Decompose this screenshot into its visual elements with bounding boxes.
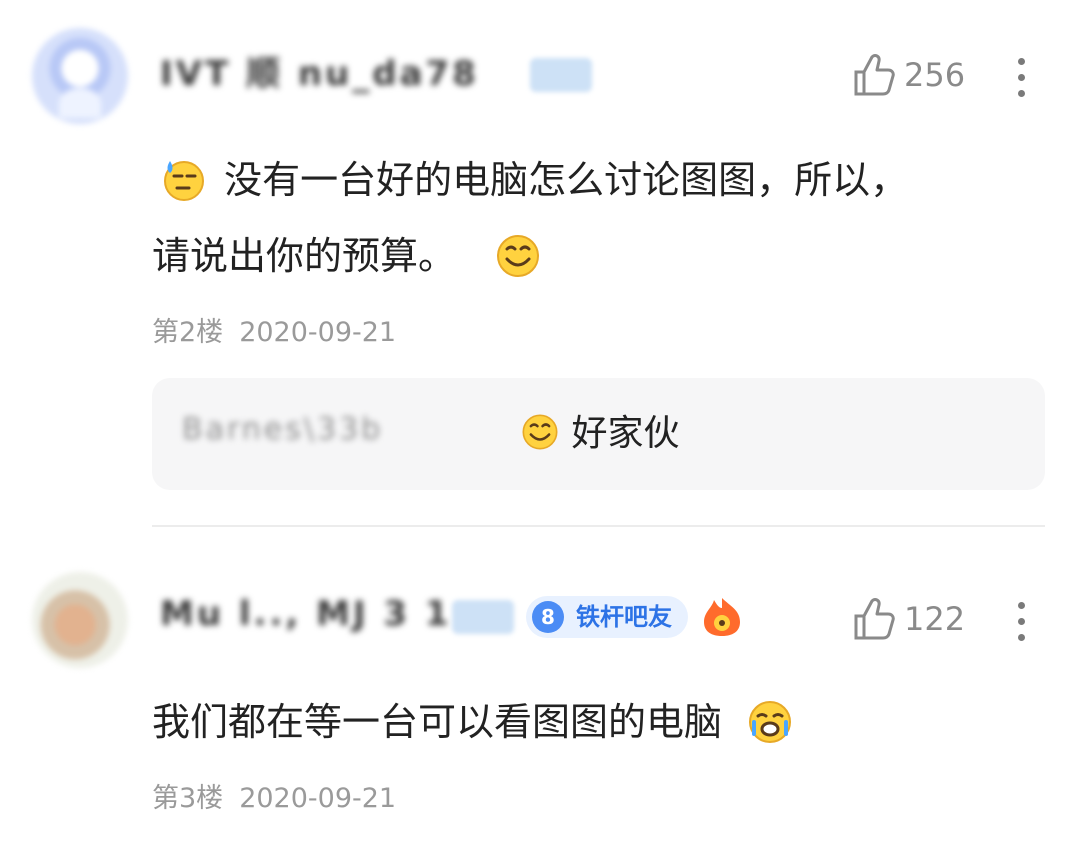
more-vertical-icon <box>1018 602 1025 609</box>
comment-1-text-line-2: 请说出你的预算。 <box>152 220 542 292</box>
level-number: 8 <box>532 601 564 633</box>
comment-1-meta: 第2楼 2020-09-21 <box>152 310 396 349</box>
comment-2-avatar[interactable] <box>32 572 128 668</box>
reply-text: 好家伙 <box>571 413 680 454</box>
crying-emoji <box>749 700 792 743</box>
smile-emoji <box>497 234 540 277</box>
comment-divider <box>152 525 1045 527</box>
comment-1-more-button[interactable] <box>1018 58 1026 97</box>
fire-badge-icon <box>704 598 740 636</box>
comment-1-avatar[interactable] <box>32 28 128 124</box>
level-badge[interactable]: 8 铁杆吧友 <box>526 596 688 638</box>
reply-box[interactable]: Barnes\33b 好家伙 <box>152 378 1045 490</box>
comment-2-text-value: 我们都在等一台可以看图图的电脑 <box>152 700 723 744</box>
thumbs-up-icon <box>854 598 895 640</box>
comment-2-floor: 第3楼 <box>152 783 224 814</box>
more-vertical-icon <box>1018 58 1025 65</box>
comment-1-user-badge <box>530 58 592 92</box>
reply-content: 好家伙 <box>520 408 679 460</box>
comment-2-username[interactable]: Mu l.., MJ 3 1 <box>160 594 452 634</box>
comment-2-user-badge <box>452 600 514 634</box>
comment-2-like-button[interactable]: 122 <box>852 596 965 642</box>
smile-emoji <box>522 414 558 450</box>
comment-2-meta: 第3楼 2020-09-21 <box>152 776 396 815</box>
comment-2-like-count: 122 <box>904 600 966 638</box>
comment-1-like-count: 256 <box>904 56 966 94</box>
sweat-thinking-emoji <box>164 160 204 201</box>
level-label: 铁杆吧友 <box>576 603 672 631</box>
comment-2-date: 2020-09-21 <box>239 783 397 814</box>
comment-1-date: 2020-09-21 <box>239 317 397 348</box>
comment-1-floor: 第2楼 <box>152 317 224 348</box>
comment-1-text-line-2-text: 请说出你的预算。 <box>152 234 457 278</box>
comment-2-text: 我们都在等一台可以看图图的电脑 <box>152 686 794 758</box>
comment-1-text-line-1: 没有一台好的电脑怎么讨论图图，所以， <box>160 144 908 216</box>
reply-username[interactable]: Barnes\33b <box>182 412 383 447</box>
comment-2-more-button[interactable] <box>1018 602 1026 641</box>
thumbs-up-icon <box>854 54 895 96</box>
comment-1-like-button[interactable]: 256 <box>852 52 965 98</box>
comment-1-text-line-1-text: 没有一台好的电脑怎么讨论图图，所以， <box>224 158 909 202</box>
comment-1-username[interactable]: IVT 顺 nu_da78 <box>160 46 479 95</box>
